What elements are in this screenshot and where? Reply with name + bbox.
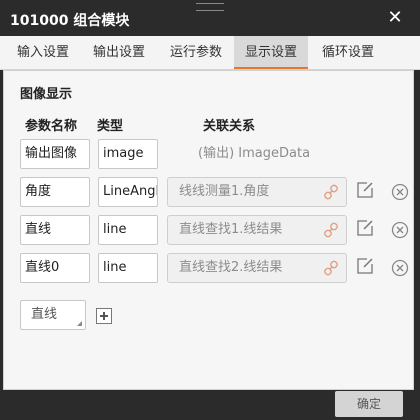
- relation-value: 直线查找1.线结果: [179, 222, 283, 237]
- dialog-footer: 确定: [0, 390, 420, 420]
- add-icon[interactable]: [96, 308, 112, 324]
- column-header-name: 参数名称: [25, 119, 78, 134]
- link-icon[interactable]: [323, 222, 339, 238]
- close-icon: ✕: [387, 7, 403, 28]
- edit-icon[interactable]: [356, 257, 374, 275]
- relation-value: 线线测量1.角度: [179, 184, 270, 199]
- delete-circle-icon[interactable]: [391, 183, 409, 201]
- ok-button[interactable]: 确定: [335, 391, 403, 417]
- param-name-field[interactable]: 直线: [20, 215, 90, 245]
- delete-circle-icon[interactable]: [391, 259, 409, 277]
- resize-corner-icon: [77, 321, 82, 326]
- title-bar[interactable]: 101000 组合模块 ✕: [0, 0, 420, 36]
- param-type-field[interactable]: image: [98, 139, 158, 169]
- drag-handle[interactable]: [196, 3, 224, 11]
- link-icon[interactable]: [323, 184, 339, 200]
- tab-output-settings[interactable]: 输出设置: [81, 36, 157, 69]
- delete-circle-icon[interactable]: [391, 221, 409, 239]
- window-title: 101000 组合模块: [10, 13, 130, 29]
- relation-value: 直线查找2.线结果: [179, 260, 283, 275]
- display-settings-panel: 图像显示 参数名称 类型 关联关系 输出图像 image (输出) ImageD…: [3, 70, 414, 390]
- close-button[interactable]: ✕: [382, 7, 408, 29]
- edit-icon[interactable]: [356, 219, 374, 237]
- param-type-field[interactable]: line: [98, 253, 158, 283]
- tab-input-settings[interactable]: 输入设置: [0, 36, 86, 69]
- param-type-field[interactable]: line: [98, 215, 158, 245]
- relation-field[interactable]: 直线查找2.线结果: [167, 253, 347, 283]
- tab-bar: 输入设置 输出设置 运行参数 显示设置 循环设置: [0, 36, 420, 70]
- section-title: 图像显示: [20, 87, 73, 102]
- edit-icon[interactable]: [356, 181, 374, 199]
- link-icon[interactable]: [323, 260, 339, 276]
- add-type-select[interactable]: 直线: [20, 300, 86, 330]
- column-header-type: 类型: [97, 119, 124, 134]
- column-header-relation: 关联关系: [203, 119, 256, 134]
- param-type-field[interactable]: LineAngle: [98, 177, 158, 207]
- add-type-select-value: 直线: [31, 307, 58, 322]
- param-name-field[interactable]: 直线0: [20, 253, 90, 283]
- tab-loop-settings[interactable]: 循环设置: [310, 36, 386, 69]
- relation-text: (输出) ImageData: [198, 146, 311, 161]
- tab-display-settings[interactable]: 显示设置: [234, 36, 308, 69]
- param-name-field[interactable]: 角度: [20, 177, 90, 207]
- param-name-field[interactable]: 输出图像: [20, 139, 90, 169]
- relation-field[interactable]: 线线测量1.角度: [167, 177, 347, 207]
- tab-run-params[interactable]: 运行参数: [158, 36, 234, 69]
- relation-field[interactable]: 直线查找1.线结果: [167, 215, 347, 245]
